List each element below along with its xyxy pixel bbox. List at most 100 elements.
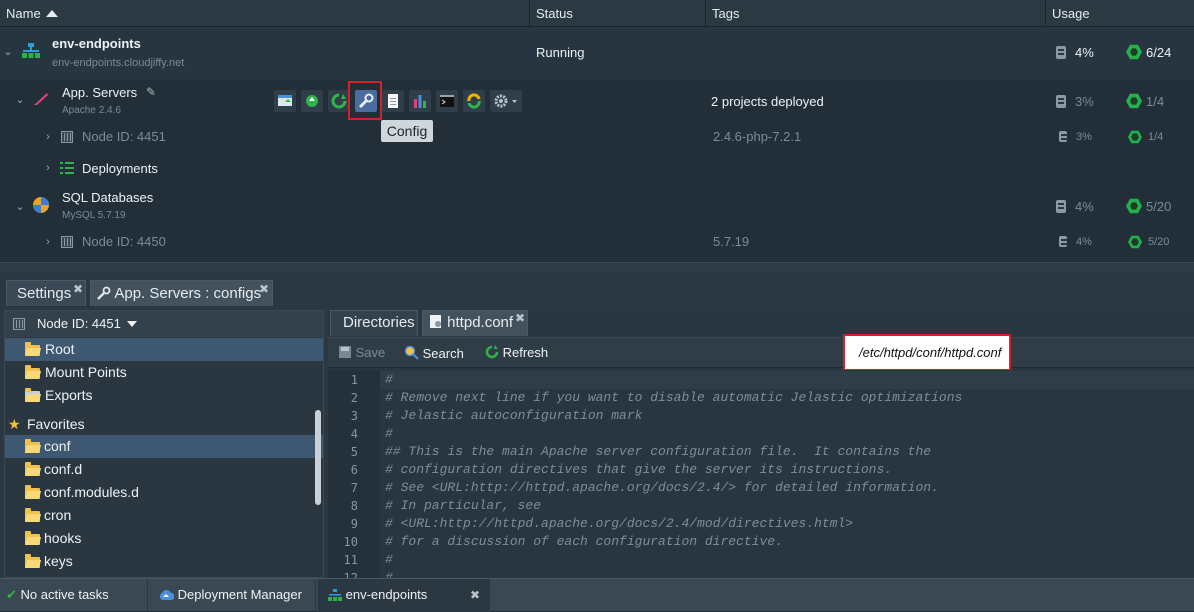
code-line[interactable]: # Remove next line if you want to disabl…: [385, 389, 962, 407]
app-servers-version: Apache 2.4.6: [62, 105, 121, 116]
tab-app-servers-configs[interactable]: App. Servers : configs ✖: [90, 280, 273, 306]
deployments-label[interactable]: Deployments: [82, 161, 158, 176]
open-in-browser-button[interactable]: [274, 90, 296, 112]
refresh-button[interactable]: Refresh: [485, 345, 548, 360]
chevron-down-icon[interactable]: ⌄: [15, 202, 25, 213]
line-number: 9: [350, 517, 358, 531]
node-row-4450[interactable]: › Node ID: 4450 5.7.19 4% 5/20: [0, 229, 1194, 255]
node-cloudlets: 5/20: [1148, 236, 1170, 248]
chevron-down-icon[interactable]: ⌄: [15, 95, 25, 106]
code-line[interactable]: # Jelastic autoconfiguration mark: [385, 407, 642, 425]
node-icon: [61, 236, 73, 248]
config-file-icon: [430, 315, 441, 328]
refresh-icon: [485, 345, 499, 359]
env-endpoints-tab[interactable]: env-endpoints ✖: [318, 579, 490, 612]
environment-name[interactable]: env-endpoints: [52, 36, 141, 51]
tree-item-root[interactable]: Root: [5, 338, 323, 361]
code-line[interactable]: # configuration directives that give the…: [385, 461, 892, 479]
sql-databases-name[interactable]: SQL Databases: [62, 190, 153, 205]
save-button[interactable]: Save: [338, 345, 385, 360]
deployments-list-icon: [60, 162, 74, 174]
environment-row[interactable]: ⌄ env-endpoints env-endpoints.cloudjiffy…: [0, 27, 1194, 80]
tab-httpd-conf[interactable]: httpd.conf ✖: [422, 310, 528, 336]
node-selector[interactable]: Node ID: 4451: [5, 311, 323, 337]
close-icon[interactable]: ✖: [259, 277, 269, 302]
app-servers-row[interactable]: ⌄ App. Servers ✎ Apache 2.4.6 2 projects…: [0, 80, 1194, 124]
environment-disk-usage: 4%: [1075, 45, 1094, 60]
open-in-browser-icon: [278, 95, 292, 106]
redeploy-button[interactable]: [301, 90, 323, 112]
column-header-tags[interactable]: Tags: [706, 0, 1046, 27]
favorites-header[interactable]: ★ Favorites: [5, 413, 323, 436]
pencil-icon[interactable]: ✎: [146, 85, 156, 99]
disk-usage-icon: [1059, 131, 1067, 142]
folder-open-icon: [25, 508, 40, 522]
status-bar: ✔ No active tasks Deployment Manager env…: [0, 578, 1194, 612]
node-selector-label: Node ID: 4451: [37, 316, 121, 331]
column-header-usage[interactable]: Usage: [1046, 0, 1194, 27]
favorite-item-conf[interactable]: conf: [5, 435, 323, 458]
node-id-label[interactable]: Node ID: 4451: [82, 129, 166, 144]
code-line[interactable]: #: [385, 425, 393, 443]
tree-item-exports[interactable]: Exports: [5, 384, 323, 407]
code-line[interactable]: # <URL:http://httpd.apache.org/docs/2.4/…: [385, 515, 853, 533]
log-button[interactable]: [382, 90, 404, 112]
column-header-status[interactable]: Status: [530, 0, 706, 27]
favorite-item-conf-modules-d[interactable]: conf.modules.d: [5, 481, 323, 504]
disk-usage-icon: [1056, 200, 1066, 213]
tab-settings[interactable]: Settings ✖: [6, 280, 86, 306]
sql-databases-row[interactable]: ⌄ SQL Databases MySQL 5.7.19 4% 5/20: [0, 185, 1194, 229]
chevron-right-icon[interactable]: ›: [43, 237, 53, 248]
tab-directories[interactable]: Directories: [330, 310, 418, 336]
code-line[interactable]: #: [385, 569, 393, 578]
clone-nodes-button[interactable]: [463, 90, 485, 112]
line-number: 12: [343, 571, 358, 578]
code-line[interactable]: #: [385, 371, 393, 389]
app-servers-name[interactable]: App. Servers: [62, 85, 137, 100]
deployments-row[interactable]: › Deployments: [0, 156, 1194, 180]
code-line[interactable]: # See <URL:http://httpd.apache.org/docs/…: [385, 479, 939, 497]
environment-topology-icon: [328, 589, 342, 601]
line-number: 11: [343, 553, 358, 567]
folder-open-icon: [25, 365, 40, 379]
favorite-item-conf-d[interactable]: conf.d: [5, 458, 323, 481]
close-icon[interactable]: ✖: [73, 277, 83, 302]
code-line[interactable]: ## This is the main Apache server config…: [385, 443, 931, 461]
tasks-status[interactable]: ✔ No active tasks: [0, 579, 148, 612]
environment-domain[interactable]: env-endpoints.cloudjiffy.net: [52, 57, 184, 69]
code-editor[interactable]: 1 2 3 4 5 6 7 8 9 10 11 12 # # Remove next line if y…: [328, 370, 1194, 578]
restart-button[interactable]: [328, 90, 350, 112]
statistics-button[interactable]: [409, 90, 431, 112]
tree-scrollbar[interactable]: [315, 410, 321, 505]
search-button[interactable]: Search: [404, 345, 464, 361]
sql-cloudlets: 5/20: [1146, 199, 1172, 214]
node-row-4451[interactable]: › Node ID: 4451 2.4.6-php-7.2.1 3% 1/4: [0, 124, 1194, 151]
app-servers-cloudlets: 1/4: [1146, 94, 1165, 109]
sql-databases-version: MySQL 5.7.19: [62, 210, 126, 221]
table-header: Name Status Tags Usage: [0, 0, 1194, 27]
close-icon[interactable]: ✖: [470, 579, 480, 611]
tree-item-mount-points[interactable]: Mount Points: [5, 361, 323, 384]
panel-splitter[interactable]: [0, 262, 1194, 272]
chevron-right-icon[interactable]: ›: [43, 132, 53, 143]
web-ssh-button[interactable]: [436, 90, 458, 112]
code-line[interactable]: # for a discussion of each configuration…: [385, 533, 783, 551]
favorite-item-keys[interactable]: keys: [5, 550, 323, 573]
favorite-item-cron[interactable]: cron: [5, 504, 323, 527]
deployment-manager-tab[interactable]: Deployment Manager: [150, 579, 316, 612]
code-line[interactable]: # In particular, see: [385, 497, 541, 515]
node-disk-usage: 3%: [1076, 131, 1092, 143]
node-disk-usage: 4%: [1076, 236, 1092, 248]
column-header-name[interactable]: Name: [0, 0, 530, 27]
favorite-item-hooks[interactable]: hooks: [5, 527, 323, 550]
app-servers-disk-usage: 3%: [1075, 94, 1094, 109]
additional-settings-button[interactable]: [490, 90, 522, 112]
code-line[interactable]: #: [385, 551, 393, 569]
close-icon[interactable]: ✖: [515, 306, 525, 330]
chevron-right-icon[interactable]: ›: [43, 163, 53, 174]
chevron-down-icon[interactable]: ⌄: [3, 47, 13, 58]
feather-apache-icon: [34, 93, 48, 105]
line-number: 8: [350, 499, 358, 513]
line-number: 1: [350, 373, 358, 387]
node-id-label[interactable]: Node ID: 4450: [82, 234, 166, 249]
